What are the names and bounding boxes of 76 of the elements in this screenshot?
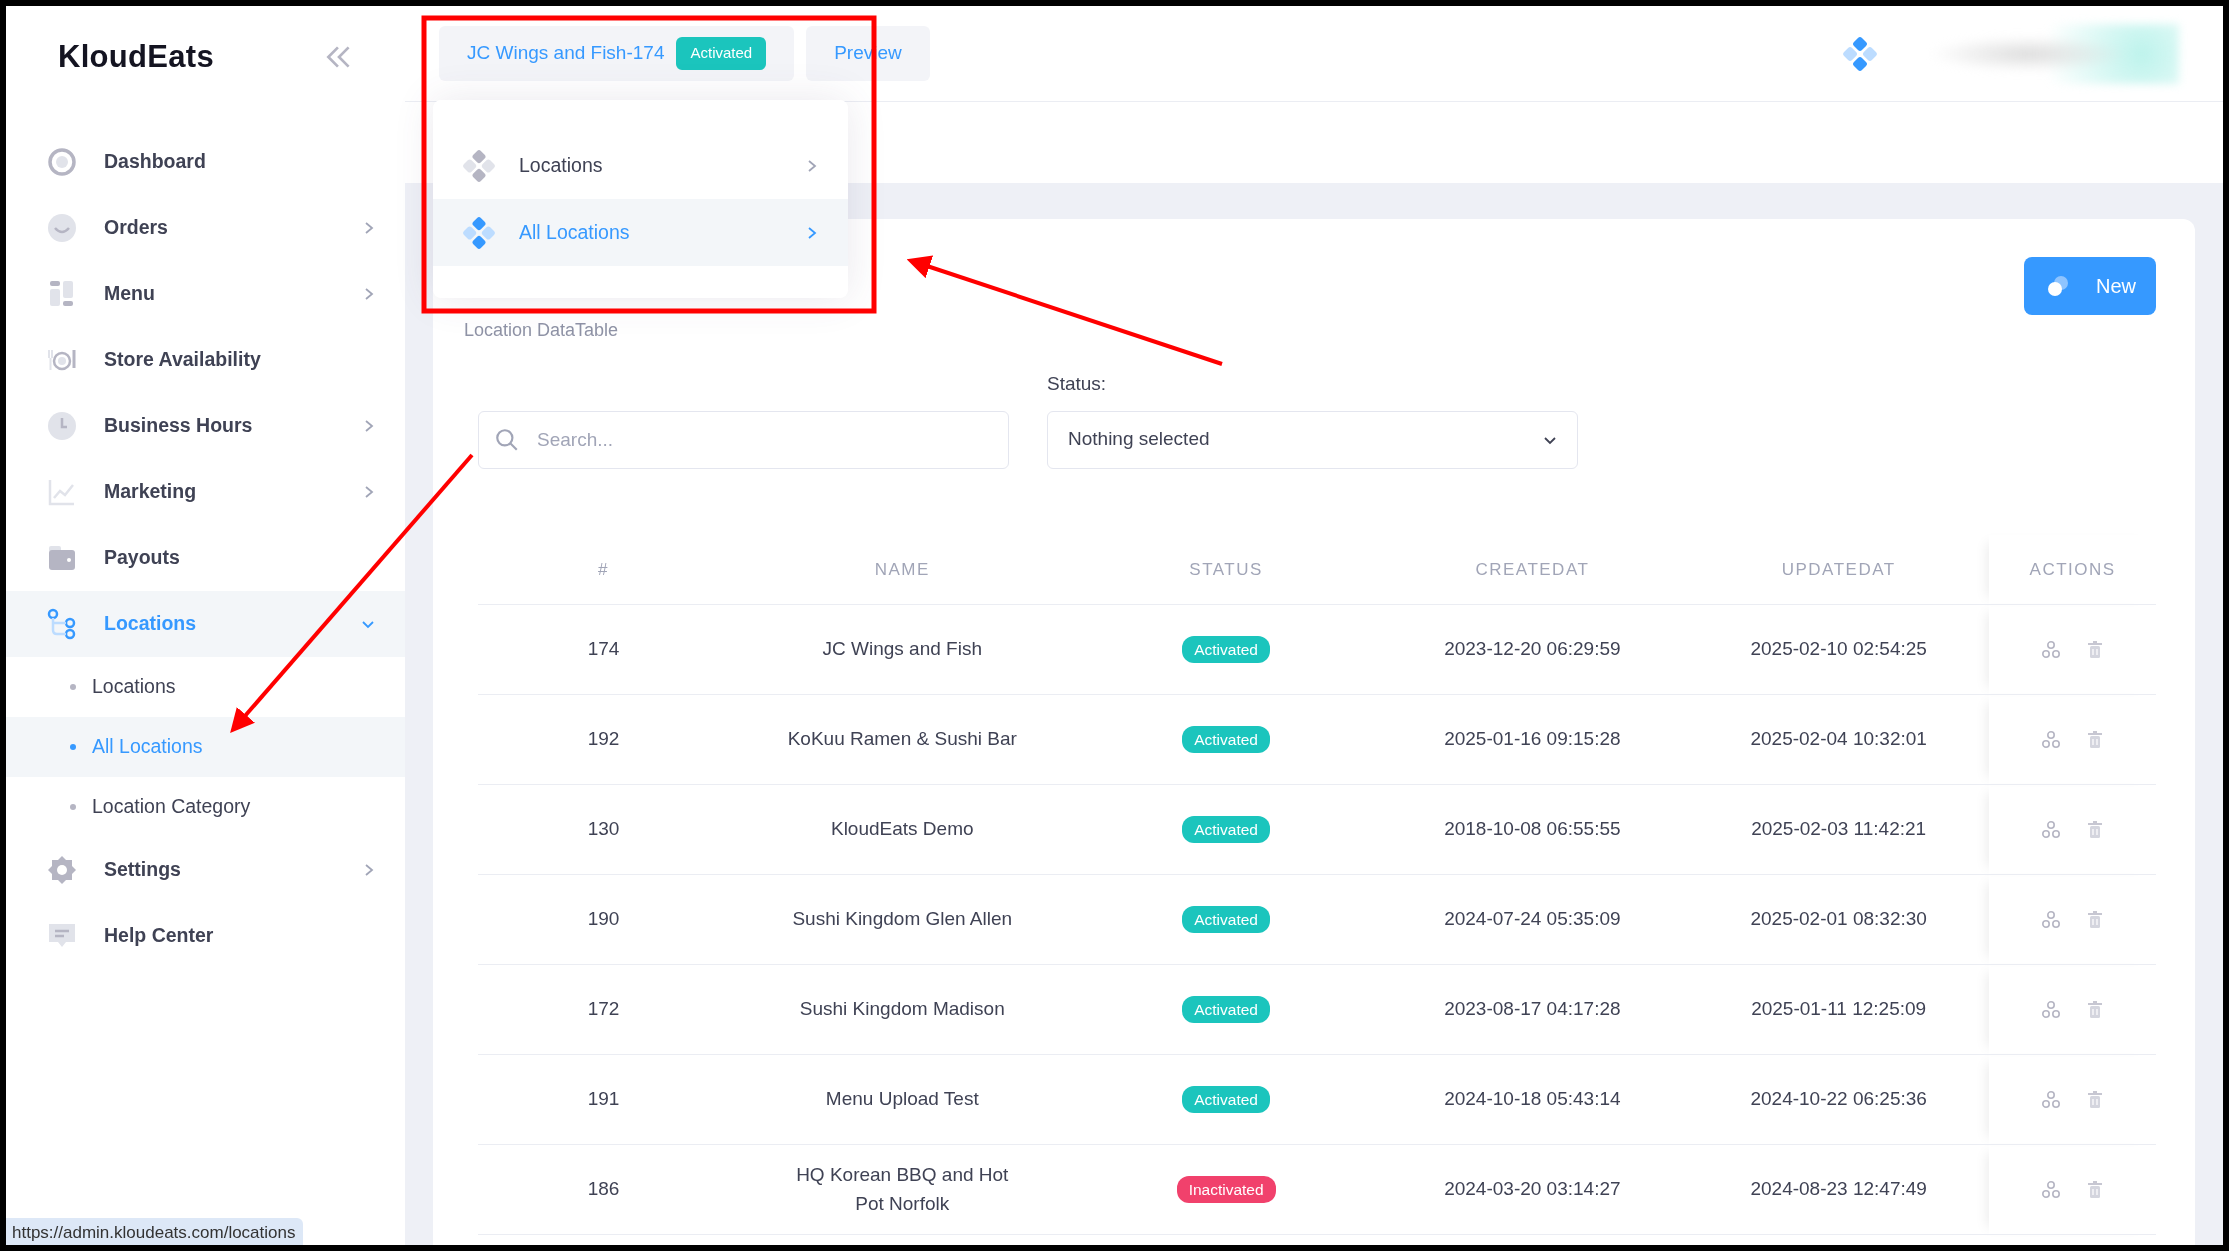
sidebar-item[interactable]: Menu [6, 261, 405, 327]
sidebar-item[interactable]: Help Center [6, 903, 405, 969]
logo[interactable]: KloudEats [58, 33, 214, 81]
nodes-icon [2040, 819, 2061, 840]
column-header: NAME [729, 534, 1076, 605]
page-title: Location DataTable [464, 319, 619, 342]
sidebar-item[interactable]: Store Availability [6, 327, 405, 393]
status-badge: Activated [1182, 636, 1270, 664]
table-cell-text: KoKuu Ramen & Sushi Bar [787, 727, 1017, 752]
table-cell: 192 [478, 694, 730, 785]
table-cell: 191 [478, 1054, 730, 1145]
branch-icon [46, 608, 78, 640]
sidebar-item[interactable]: Business Hours [6, 393, 405, 459]
table-cell-text: HQ Korean BBQ and Hot Pot Norfolk [795, 1163, 1010, 1216]
table-cell: 2018-10-08 06:55:55 [1376, 784, 1689, 875]
table-cell: 2024-07-24 05:35:09 [1376, 874, 1689, 965]
sidebar-item[interactable]: Payouts [6, 525, 405, 591]
submenu-item[interactable]: Location Category [6, 777, 405, 837]
nodes-icon [2040, 909, 2061, 930]
table-cell: 2024-10-22 06:25:36 [1688, 1054, 1990, 1145]
table-cell: 2025-02-03 11:42:21 [1688, 784, 1990, 875]
status-badge: Activated [1182, 816, 1270, 844]
column-header: CREATEDAT [1376, 534, 1689, 605]
nodes-icon [2040, 1179, 2061, 1200]
nodes-icon [2040, 639, 2061, 660]
table-cell: 2025-01-16 09:15:28 [1376, 694, 1689, 785]
clock-icon [46, 410, 78, 442]
sidebar-item[interactable]: Settings [6, 837, 405, 903]
diamond-icon [463, 149, 495, 182]
status-select[interactable]: Nothing selected [1047, 410, 1578, 469]
table-cell: 2023-08-17 04:17:28 [1376, 964, 1689, 1055]
table-cell: 2025-01-11 12:25:09 [1688, 964, 1990, 1055]
gear-icon [46, 854, 78, 886]
target-icon [46, 146, 78, 178]
table-cell-text: Sushi Kingdom Madison [799, 997, 1005, 1022]
search-icon [494, 426, 520, 453]
table-cell-text: JC Wings and Fish [822, 637, 982, 662]
table-cell: 130 [478, 784, 730, 875]
column-header: ACTIONS [1989, 534, 2156, 605]
column-header: # [478, 534, 730, 605]
status-badge: Activated [1182, 1086, 1270, 1114]
table-cell: 2024-03-20 03:14:27 [1376, 1144, 1689, 1235]
table-cell: 190 [478, 874, 730, 965]
status-badge: Activated [1182, 996, 1270, 1024]
sidebar-item[interactable]: Marketing [6, 459, 405, 525]
table-cell: 2024-08-23 12:47:49 [1688, 1144, 1990, 1235]
table-cell: 186 [478, 1144, 730, 1235]
status-badge: Activated [676, 37, 767, 70]
nodes-icon [2040, 999, 2061, 1020]
table-cell-text: KloudEats Demo [830, 817, 974, 842]
status-badge: Activated [1182, 726, 1270, 754]
app-icon [1843, 36, 1877, 71]
diamond-icon [463, 216, 495, 249]
table-cell: 2025-02-04 10:32:01 [1688, 694, 1990, 785]
dropdown-item[interactable]: Locations [433, 132, 848, 199]
sidebar-item[interactable]: Orders [6, 195, 405, 261]
table-cell-text: Sushi Kingdom Glen Allen [792, 907, 1013, 932]
table-cell: 2024-10-18 05:43:14 [1376, 1054, 1689, 1145]
status-url: https://admin.kloudeats.com/locations [6, 1217, 304, 1245]
status-badge: Activated [1182, 906, 1270, 934]
column-header: UPDATEDAT [1688, 534, 1990, 605]
column-header: STATUS [1075, 534, 1377, 605]
nodes-icon [2040, 729, 2061, 750]
table-cell: 2023-12-20 06:29:59 [1376, 604, 1689, 695]
table-cell: 2025-02-10 02:54:25 [1688, 604, 1990, 695]
search-field[interactable]: Search... [478, 410, 1009, 469]
table-cell: 172 [478, 964, 730, 1055]
table-cell: 2025-02-01 08:32:30 [1688, 874, 1990, 965]
status-badge: Inactivated [1176, 1176, 1276, 1204]
nodes-icon [2040, 1089, 2061, 1110]
table-cell-text: Menu Upload Test [825, 1087, 979, 1112]
sidebar-item[interactable]: Dashboard [6, 129, 405, 195]
filter-label: Status: [1047, 372, 1108, 396]
table-cell: 174 [478, 604, 730, 695]
smile-icon [46, 212, 78, 244]
submenu-item[interactable]: Locations [6, 657, 405, 717]
